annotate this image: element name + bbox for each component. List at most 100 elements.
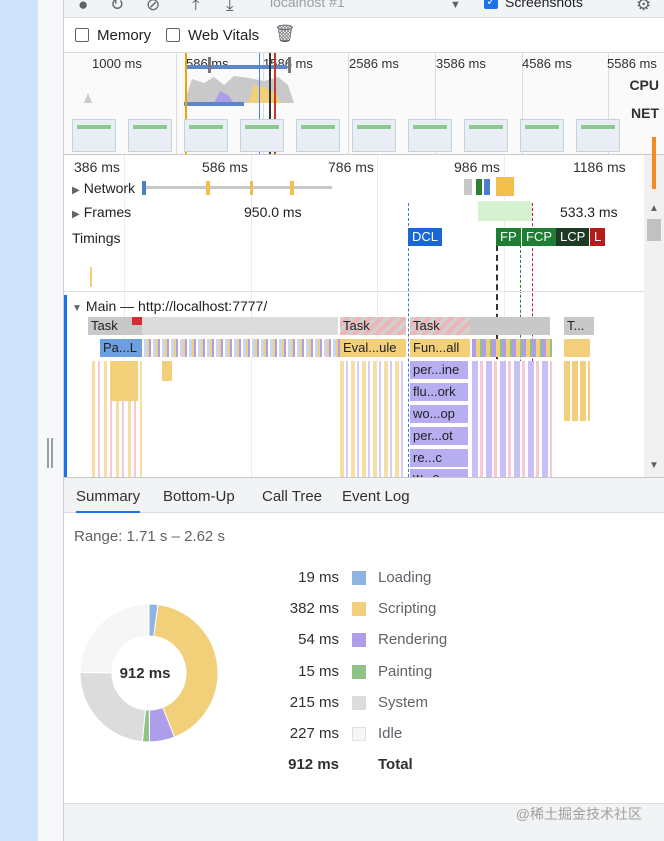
system-swatch (352, 696, 366, 710)
network-request-bar (484, 179, 490, 195)
task-block[interactable]: Task (340, 317, 406, 335)
timeline-scrollbar[interactable]: ▲ ▼ (644, 137, 664, 477)
overview-window-handle-left[interactable] (208, 57, 211, 73)
screenshots-checkbox[interactable]: ✓ (484, 0, 498, 9)
summary-row-idle: 227 ms Idle (264, 725, 624, 749)
scripting-block[interactable] (110, 361, 138, 401)
call-block[interactable]: re...c (410, 449, 468, 467)
summary-row-scripting: 382 ms Scripting (264, 600, 624, 624)
load-marker[interactable]: L (590, 228, 606, 246)
task-block[interactable]: Task (410, 317, 470, 335)
chevron-down-icon[interactable]: ▼ (450, 0, 461, 14)
task-block[interactable]: T... (564, 317, 594, 335)
main-track-focus-bar (64, 295, 67, 477)
screenshot-thumbnail[interactable] (240, 119, 284, 152)
overview-tick: 1000 ms (92, 56, 142, 71)
record-icon[interactable]: ● (78, 0, 88, 14)
timing-tick (90, 267, 92, 287)
fp-marker[interactable]: FP (496, 228, 521, 246)
summary-value: 215 ms (289, 694, 339, 711)
main-track-label: Main — http://localhost:7777/ (85, 298, 268, 314)
network-track-header[interactable]: ▶ Network (72, 180, 135, 196)
task-block[interactable] (470, 317, 550, 335)
web-vitals-label: Web Vitals (188, 27, 260, 44)
activity-strip (472, 339, 552, 357)
timeline-tick: 786 ms (328, 159, 374, 175)
memory-checkbox[interactable] (75, 28, 89, 42)
summary-total-value: 912 ms (288, 756, 339, 773)
call-block[interactable]: wo...op (410, 405, 468, 423)
summary-value: 382 ms (289, 600, 339, 617)
cpu-activity-chart (84, 76, 294, 106)
network-request-bar (142, 186, 332, 189)
donut-slice-idle (79, 603, 150, 674)
scripting-block[interactable] (564, 339, 590, 357)
scroll-up-arrow-icon[interactable]: ▲ (649, 203, 659, 214)
main-track-header[interactable]: ▼ Main — http://localhost:7777/ (72, 298, 267, 314)
call-stack-slivers (340, 361, 406, 477)
screenshot-thumbnail[interactable] (464, 119, 508, 152)
network-request-bar (250, 181, 253, 195)
tab-event-log[interactable]: Event Log (342, 488, 410, 505)
clear-icon[interactable]: ⊘ (146, 0, 160, 14)
recording-select[interactable]: localhost #1 (270, 0, 345, 10)
scripting-swatch (352, 602, 366, 616)
summary-value: 19 ms (298, 569, 339, 586)
load-profile-icon[interactable]: ⤒ (192, 0, 200, 14)
overview-window-handle-right[interactable] (288, 57, 291, 73)
call-block[interactable]: flu...ork (410, 383, 468, 401)
evaluate-module-block[interactable]: Eval...ule (340, 339, 406, 357)
save-profile-icon[interactable]: ⤓ (226, 0, 234, 14)
call-block[interactable]: per...ot (410, 427, 468, 445)
loading-swatch (352, 571, 366, 585)
network-request-bar (206, 181, 210, 195)
panel-resize-handle[interactable] (47, 438, 53, 468)
web-vitals-checkbox[interactable] (166, 28, 180, 42)
fcp-marker[interactable]: FCP (522, 228, 556, 246)
screenshot-thumbnail[interactable] (128, 119, 172, 152)
frame-block[interactable] (478, 201, 532, 221)
parse-html-block[interactable]: Pa...L (100, 339, 142, 357)
long-task-flag (132, 317, 142, 325)
flame-chart-area[interactable]: 386 ms 586 ms 786 ms 986 ms 1186 ms ▶ Net… (64, 155, 644, 477)
summary-value: 227 ms (289, 725, 339, 742)
call-block[interactable]: w...c (410, 469, 468, 477)
screenshot-thumbnail[interactable] (72, 119, 116, 152)
timings-track-label: Timings (72, 230, 121, 246)
network-request-bar (290, 181, 294, 195)
screenshot-thumbnail[interactable] (184, 119, 228, 152)
screenshot-thumbnail[interactable] (576, 119, 620, 152)
overview-tick: 2586 ms (349, 56, 399, 71)
summary-total-label: Total (378, 756, 413, 773)
scrollbar-thumb[interactable] (647, 219, 661, 241)
timeline-overview[interactable]: 1000 ms 586 ms 1586 ms 2586 ms 3586 ms 4… (64, 53, 664, 155)
task-block[interactable] (142, 317, 338, 335)
summary-category: Painting (378, 663, 433, 680)
donut-total-label: 912 ms (120, 665, 171, 682)
summary-value: 54 ms (298, 631, 339, 648)
reload-record-icon[interactable]: ↻ (110, 0, 124, 14)
frame-duration: 950.0 ms (244, 204, 302, 220)
screenshot-thumbnail[interactable] (296, 119, 340, 152)
scroll-down-arrow-icon[interactable]: ▼ (649, 460, 659, 471)
screenshot-thumbnail[interactable] (352, 119, 396, 152)
call-block[interactable]: per...ine (410, 361, 468, 379)
cpu-label: CPU (629, 77, 659, 93)
tab-summary[interactable]: Summary (76, 488, 141, 513)
overview-tick: 3586 ms (436, 56, 486, 71)
summary-panel: Range: 1.71 s – 2.62 s 912 ms 19 ms Load… (64, 513, 664, 803)
frames-track-header[interactable]: ▶ Frames (72, 204, 131, 220)
tab-bottom-up[interactable]: Bottom-Up (163, 488, 235, 505)
idle-swatch (352, 727, 366, 741)
trash-icon[interactable]: 🗑 (274, 24, 296, 44)
lcp-marker[interactable]: LCP (556, 228, 590, 246)
gear-icon[interactable]: ⚙ (636, 0, 651, 14)
summary-category: Loading (378, 569, 432, 586)
tab-call-tree[interactable]: Call Tree (262, 488, 322, 505)
screenshot-thumbnail[interactable] (520, 119, 564, 152)
function-call-block[interactable]: Fun...all (410, 339, 470, 357)
scripting-block[interactable] (162, 361, 172, 381)
memory-label: Memory (97, 27, 152, 44)
screenshot-thumbnail[interactable] (408, 119, 452, 152)
dcl-marker[interactable]: DCL (408, 228, 443, 246)
